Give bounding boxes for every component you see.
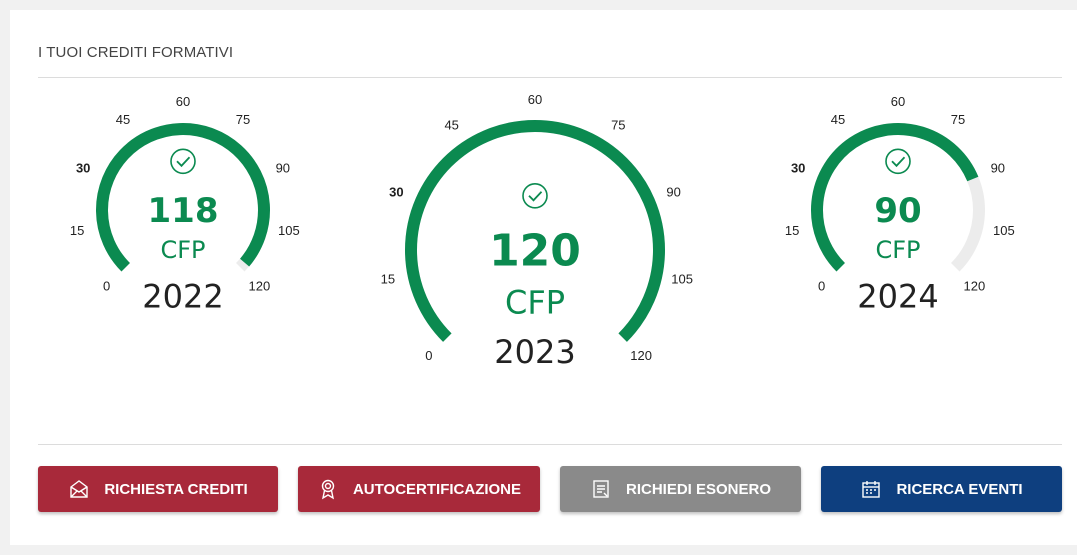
tick-label: 60 xyxy=(891,94,905,109)
tick-label: 120 xyxy=(964,278,986,293)
award-icon xyxy=(317,478,339,500)
richiesta-crediti-button[interactable]: RICHIESTA CREDITI xyxy=(38,466,278,512)
ricerca-eventi-button[interactable]: RICERCA EVENTI xyxy=(821,466,1062,512)
tick-label: 90 xyxy=(991,161,1005,176)
button-label: RICERCA EVENTI xyxy=(896,480,1023,498)
button-label: RICHIESTA CREDITI xyxy=(104,480,248,498)
gauge-value: 90 xyxy=(874,191,921,231)
divider xyxy=(38,444,1062,445)
button-label: RICHIEDI ESONERO xyxy=(625,480,772,498)
autocertificazione-button[interactable]: AUTOCERTIFICAZIONE xyxy=(298,466,540,512)
tick-label: 105 xyxy=(993,223,1015,238)
button-label: AUTOCERTIFICAZIONE xyxy=(352,480,522,498)
tick-label: 0 xyxy=(818,278,825,293)
document-icon xyxy=(590,478,612,500)
check-circle-icon xyxy=(885,148,911,175)
gauge-year: 2024 xyxy=(857,278,938,316)
mail-icon xyxy=(68,478,90,500)
tick-label: 45 xyxy=(831,112,845,127)
richiedi-esonero-button[interactable]: RICHIEDI ESONERO xyxy=(560,466,801,512)
tick-label: 75 xyxy=(951,112,965,127)
calendar-icon xyxy=(860,478,882,500)
gauge-unit: CFP xyxy=(875,236,920,264)
tick-label: 30 xyxy=(791,161,805,176)
tick-label: 15 xyxy=(785,223,799,238)
credits-card: I TUOI CREDITI FORMATIVI 0 15 30 45 60 75 90 10… xyxy=(10,10,1077,545)
